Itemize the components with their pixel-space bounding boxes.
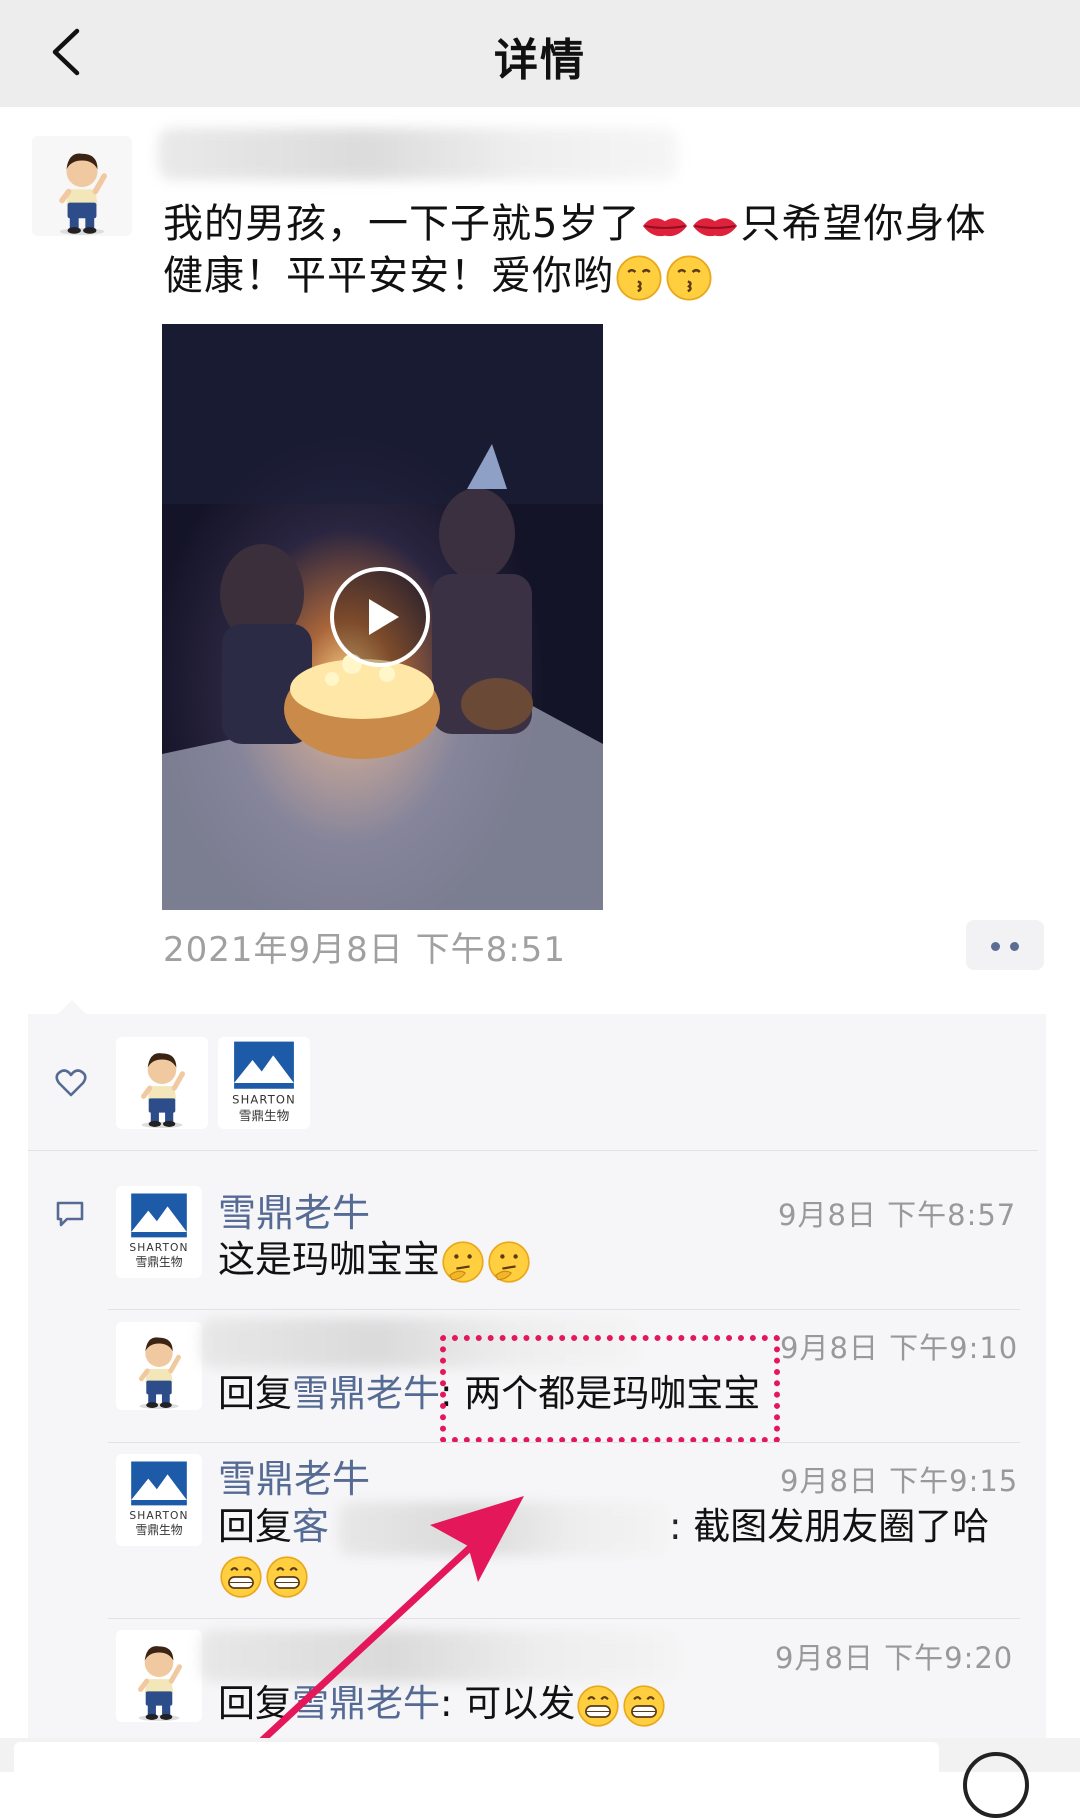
arrow-annotation-icon bbox=[224, 1496, 524, 1772]
emoji-button[interactable] bbox=[963, 1752, 1029, 1818]
comment-input[interactable] bbox=[14, 1742, 939, 1782]
